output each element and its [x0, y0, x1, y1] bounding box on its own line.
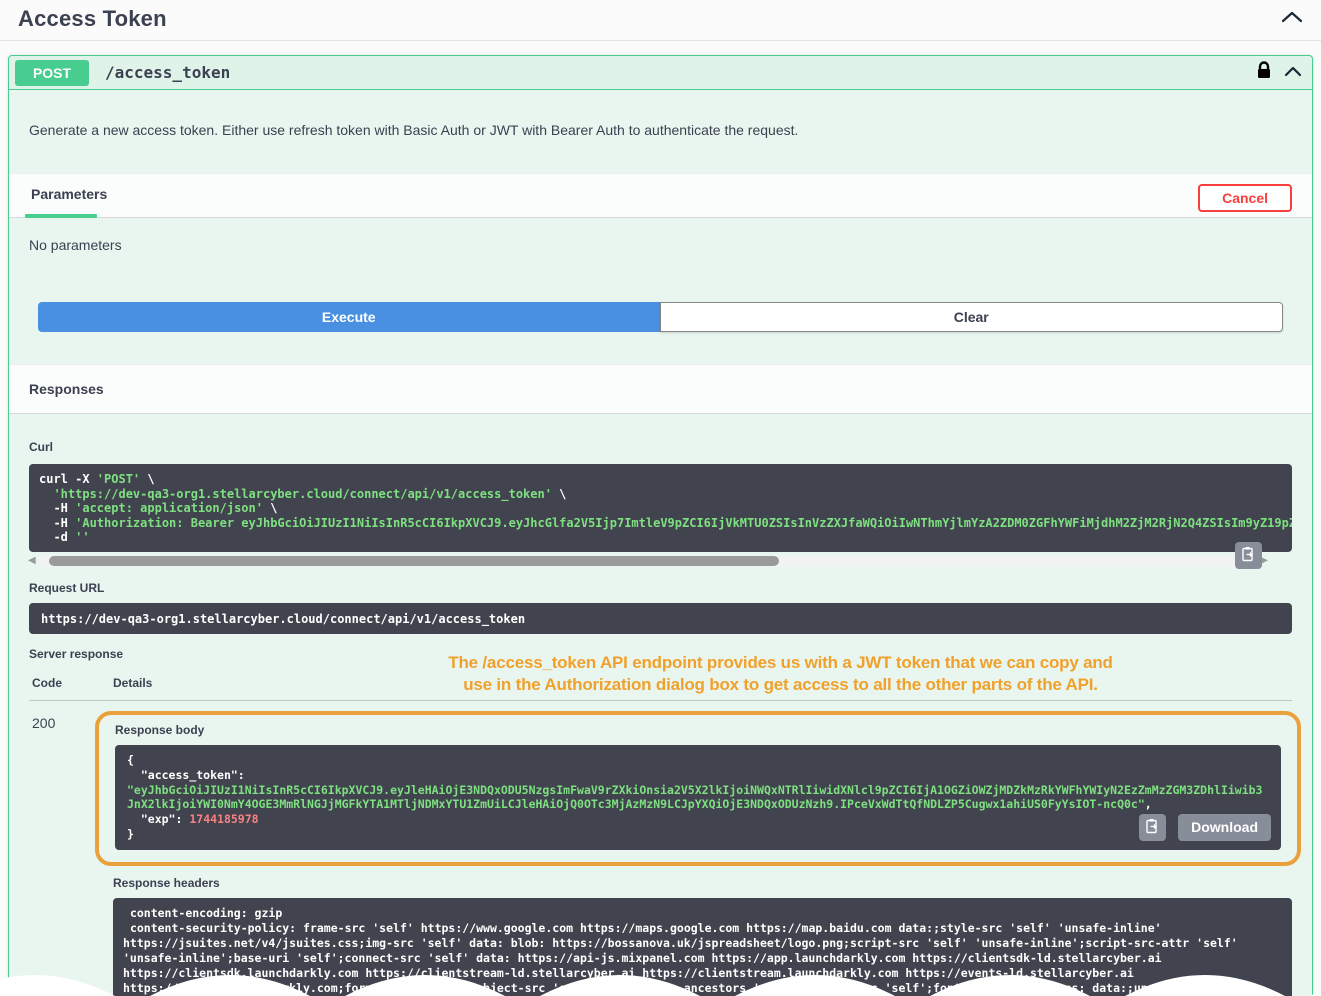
clipboard-copy-icon: [1241, 546, 1256, 565]
curl-copy-button[interactable]: [1235, 542, 1262, 569]
auth-lock-icon[interactable]: [1256, 61, 1272, 85]
section-header: Access Token: [0, 0, 1321, 41]
operation-collapse-chevron-up-icon[interactable]: [1284, 64, 1302, 82]
parameters-empty-area: No parameters: [9, 218, 1312, 302]
server-response-zone: The /access_token API endpoint provides …: [29, 669, 1292, 996]
download-button[interactable]: Download: [1178, 814, 1271, 841]
http-method-badge: POST: [15, 60, 89, 86]
response-body-json: { "access_token": "eyJhbGciOiJIUzI1NiIsI…: [115, 745, 1281, 850]
responses-body: Curl curl -X 'POST' \ 'https://dev-qa3-o…: [9, 414, 1312, 996]
parameters-section-header: Parameters Cancel: [9, 173, 1312, 218]
response-body-copy-button[interactable]: [1139, 814, 1166, 841]
responses-title: Responses: [29, 381, 104, 397]
response-body-label: Response body: [115, 723, 1281, 737]
response-row-200: 200 Response body { "access_token": "eyJ…: [29, 701, 1292, 996]
tab-parameters[interactable]: Parameters: [25, 184, 113, 218]
clear-button[interactable]: Clear: [660, 302, 1284, 332]
no-parameters-text: No parameters: [29, 237, 122, 253]
curl-label: Curl: [29, 440, 1292, 454]
operation-path: /access_token: [105, 63, 230, 82]
responses-section-header: Responses: [9, 364, 1312, 414]
response-headers-label: Response headers: [113, 876, 1292, 890]
execute-row: Execute Clear: [38, 302, 1283, 332]
annotation-highlight-box: Response body { "access_token": "eyJhbGc…: [95, 711, 1301, 866]
scroll-left-icon[interactable]: ◀: [28, 554, 36, 567]
operation-description: Generate a new access token. Either use …: [9, 90, 1312, 173]
response-table-header: Code Details: [29, 669, 1292, 701]
scrollbar-track[interactable]: [39, 555, 1256, 567]
cancel-button[interactable]: Cancel: [1198, 184, 1292, 212]
curl-horizontal-scrollbar: ◀ ▶: [31, 554, 1290, 568]
code-column-header: Code: [29, 676, 113, 690]
details-column-header: Details: [113, 676, 152, 690]
curl-command: curl -X 'POST' \ 'https://dev-qa3-org1.s…: [29, 464, 1292, 552]
section-collapse-chevron-up-icon[interactable]: [1281, 10, 1303, 28]
response-headers-block: content-encoding: gzip content-security-…: [113, 898, 1292, 996]
page-title: Access Token: [18, 6, 167, 32]
request-url-label: Request URL: [29, 581, 1292, 595]
opblock-post-access-token: POST /access_token Generate a new access…: [8, 55, 1313, 996]
scrollbar-thumb[interactable]: [49, 556, 779, 566]
server-response-label: Server response: [29, 647, 1292, 661]
execute-button[interactable]: Execute: [38, 302, 660, 332]
request-url-value: https://dev-qa3-org1.stellarcyber.cloud/…: [29, 603, 1292, 634]
clipboard-copy-icon: [1145, 818, 1160, 837]
operation-summary-bar[interactable]: POST /access_token: [9, 56, 1312, 90]
